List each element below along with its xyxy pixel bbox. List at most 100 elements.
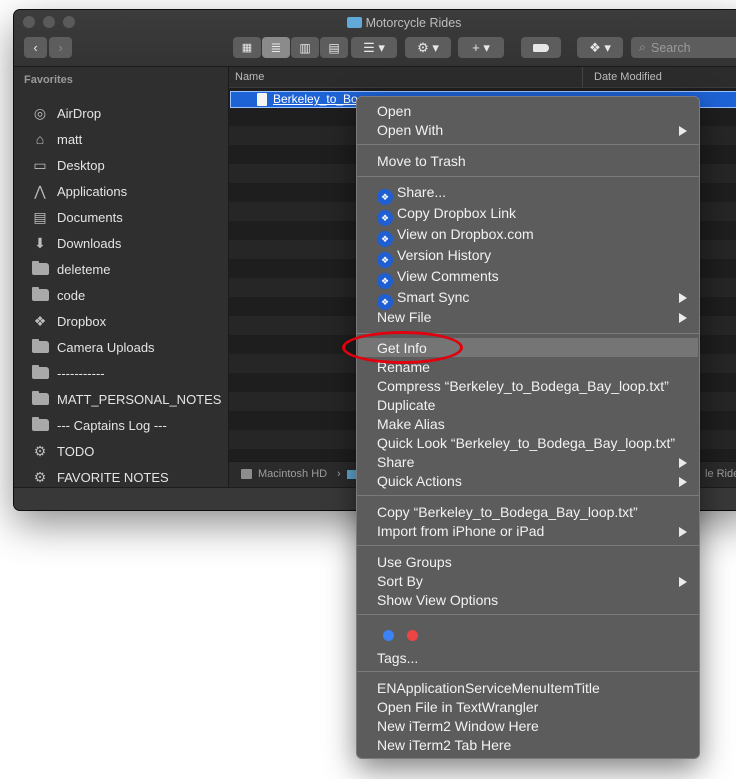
dropbox-button[interactable]: ❖ ▾ — [577, 37, 623, 58]
menu-item[interactable]: Open With — [377, 121, 443, 140]
sidebar-item[interactable]: --- Captains Log --- — [30, 412, 226, 438]
menu-item[interactable]: Quick Look “Berkeley_to_Bodega_Bay_loop.… — [377, 434, 675, 453]
desktop-icon: ▭ — [33, 156, 47, 173]
icon-view-button[interactable]: ▦ — [233, 37, 261, 58]
gallery-icon: ▤ — [328, 40, 340, 55]
airdrop-icon: ◎ — [33, 104, 47, 121]
forward-button[interactable]: › — [49, 37, 72, 58]
menu-item[interactable]: ENApplicationServiceMenuItemTitle — [377, 679, 600, 698]
group-icon: ☰ ▾ — [363, 39, 385, 55]
menu-item[interactable]: Quick Actions — [377, 472, 462, 491]
menu-item[interactable]: New iTerm2 Window Here — [377, 717, 539, 736]
sidebar-item[interactable]: deleteme — [30, 256, 226, 282]
action-button[interactable]: ⚙ ▾ — [405, 37, 451, 58]
sidebar-item[interactable]: ⌂ matt — [30, 126, 226, 152]
menu-item[interactable]: Show View Options — [377, 591, 498, 610]
column-header: Name Date Modified — [229, 67, 736, 88]
tag-red[interactable] — [407, 630, 418, 641]
list-view-button[interactable]: ≣ — [262, 37, 290, 58]
menu-item[interactable]: Share — [377, 453, 414, 472]
menu-item[interactable]: New iTerm2 Tab Here — [377, 736, 511, 755]
context-menu: Open Open With Move to Trash ❖ Share... ❖ Copy… — [356, 96, 700, 759]
menu-item[interactable]: Tags... — [377, 649, 418, 668]
menu-separator — [357, 144, 699, 145]
menu-item[interactable]: Make Alias — [377, 415, 445, 434]
sidebar-item[interactable]: code — [30, 282, 226, 308]
title-bar: Motorcycle Rides ‹ › ▦ ≣ ▥ ▤ ☰ ▾ ⚙ ▾ + ▾… — [14, 10, 736, 67]
group-by-button[interactable]: ☰ ▾ — [351, 37, 397, 58]
columns-icon: ▥ — [299, 40, 311, 55]
menu-item[interactable]: ❖ View on Dropbox.com — [377, 225, 534, 247]
tag-blue[interactable] — [383, 630, 394, 641]
menu-item[interactable]: Open — [377, 102, 411, 121]
sidebar-item[interactable]: ❖ Dropbox — [30, 308, 226, 334]
menu-item[interactable]: ❖ Copy Dropbox Link — [377, 204, 516, 226]
submenu-arrow-icon — [679, 527, 687, 537]
name-column-header[interactable]: Name — [235, 71, 264, 83]
menu-item[interactable]: ❖ Version History — [377, 246, 491, 268]
path-root[interactable]: Macintosh HD — [258, 468, 327, 480]
menu-item[interactable]: ❖ View Comments — [377, 267, 499, 289]
sidebar-item-label: TODO — [57, 443, 95, 459]
sidebar-item[interactable]: MATT_PERSONAL_NOTES — [30, 386, 226, 412]
sidebar-item[interactable]: Camera Uploads — [30, 334, 226, 360]
search-icon: ⌕ — [639, 40, 647, 54]
sidebar-item-label: --- Captains Log --- — [57, 417, 167, 433]
menu-item-label: Quick Actions — [377, 473, 462, 489]
menu-item[interactable]: Move to Trash — [377, 152, 466, 171]
menu-item-label: Copy “Berkeley_to_Bodega_Bay_loop.txt” — [377, 504, 638, 520]
column-divider — [582, 67, 583, 87]
sidebar-item[interactable]: ⬇ Downloads — [30, 230, 226, 256]
dropbox-icon: ❖ — [377, 231, 393, 247]
menu-item[interactable]: Compress “Berkeley_to_Bodega_Bay_loop.tx… — [377, 377, 669, 396]
search-field[interactable]: ⌕ Search — [631, 37, 736, 58]
path-current-folder[interactable]: le Rides — [705, 468, 736, 480]
menu-separator — [357, 671, 699, 672]
sidebar-item[interactable]: ▭ Desktop — [30, 152, 226, 178]
favorites-heading: Favorites — [24, 74, 73, 86]
menu-item[interactable]: Duplicate — [377, 396, 435, 415]
sidebar-item-label: ----------- — [57, 365, 105, 381]
menu-item-label: Open File in TextWrangler — [377, 699, 539, 715]
folder-icon — [30, 391, 50, 407]
menu-item-label: Make Alias — [377, 416, 445, 432]
column-view-button[interactable]: ▥ — [291, 37, 319, 58]
sidebar-item[interactable]: ----------- — [30, 360, 226, 386]
dropbox-icon: ❖ — [377, 210, 393, 226]
menu-item-label: View Comments — [397, 268, 499, 284]
menu-item-label: Sort By — [377, 573, 423, 589]
menu-item-label: Tags... — [377, 650, 419, 666]
menu-item[interactable]: New File — [377, 308, 431, 327]
menu-item-label: Open With — [377, 122, 444, 138]
tags-button[interactable] — [521, 37, 561, 58]
back-button[interactable]: ‹ — [24, 37, 47, 58]
menu-item[interactable]: Use Groups — [377, 553, 452, 572]
dropbox-icon: ❖ ▾ — [589, 39, 611, 55]
menu-item[interactable]: Copy “Berkeley_to_Bodega_Bay_loop.txt” — [377, 503, 638, 522]
submenu-arrow-icon — [679, 293, 687, 303]
menu-item-label: New File — [377, 309, 432, 325]
gallery-view-button[interactable]: ▤ — [320, 37, 348, 58]
sidebar-item-label: code — [57, 287, 86, 303]
menu-separator — [357, 545, 699, 546]
chevron-right-icon: › — [58, 40, 63, 55]
menu-item[interactable]: Import from iPhone or iPad — [377, 522, 544, 541]
sidebar-item[interactable]: ▤ Documents — [30, 204, 226, 230]
menu-item-label: View on Dropbox.com — [397, 226, 534, 242]
file-name[interactable]: Berkeley_to_Bo — [273, 92, 358, 106]
folder-icon — [30, 287, 50, 303]
add-button[interactable]: + ▾ — [458, 37, 504, 58]
sidebar-item-label: MATT_PERSONAL_NOTES — [57, 391, 222, 407]
menu-item[interactable]: ❖ Share... — [377, 183, 446, 205]
menu-item[interactable]: ❖ Smart Sync — [377, 288, 469, 310]
sidebar-item[interactable]: ◎ AirDrop — [30, 100, 226, 126]
date-modified-column-header[interactable]: Date Modified — [594, 71, 662, 83]
annotation-ellipse — [342, 331, 463, 364]
sidebar-item[interactable]: ⚙ TODO — [30, 438, 226, 464]
downloads-icon: ⬇ — [34, 234, 46, 251]
sidebar-item[interactable]: ⋀ Applications — [30, 178, 226, 204]
menu-item[interactable]: Open File in TextWrangler — [377, 698, 538, 717]
menu-item[interactable]: Sort By — [377, 572, 423, 591]
menu-item-label: New iTerm2 Window Here — [377, 718, 539, 734]
sidebar-item-label: deleteme — [57, 261, 111, 277]
